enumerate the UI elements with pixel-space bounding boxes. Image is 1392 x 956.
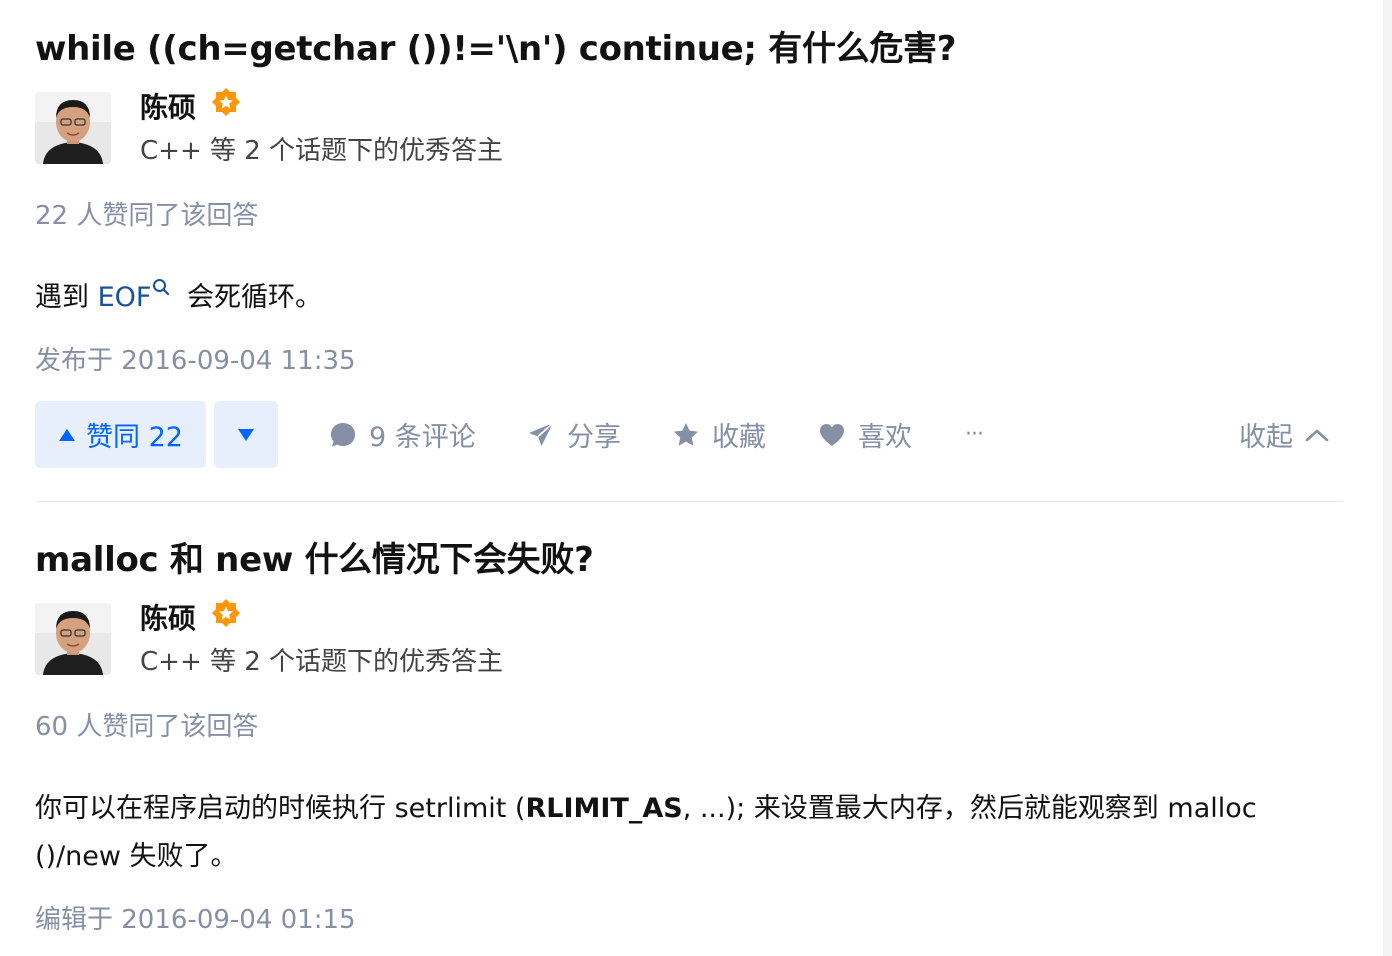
- page-scrollbar[interactable]: [1383, 0, 1392, 956]
- upvote-summary: 60 人赞同了该回答: [35, 712, 259, 742]
- avatar[interactable]: [35, 603, 111, 675]
- answer-content: 你可以在程序启动的时候执行 setrlimit (RLIMIT_AS, ...)…: [35, 785, 1335, 881]
- content-bold-text: RLIMIT_AS: [525, 793, 683, 824]
- author-info: 陈硕 C++ 等 2 个话题下的优秀答主: [35, 599, 635, 683]
- question-title[interactable]: malloc 和 new 什么情况下会失败?: [35, 532, 594, 581]
- author-name[interactable]: 陈硕: [140, 597, 196, 637]
- edit-time[interactable]: 编辑于 2016-09-04 01:15: [35, 899, 356, 936]
- content-text: 你可以在程序启动的时候执行 setrlimit (: [35, 793, 526, 824]
- author-headline: C++ 等 2 个话题下的优秀答主: [140, 647, 504, 677]
- answer-item-2: malloc 和 new 什么情况下会失败? 陈硕 C++ 等 2 个话题下的优…: [35, 0, 1343, 956]
- excellent-answerer-badge[interactable]: [210, 598, 242, 630]
